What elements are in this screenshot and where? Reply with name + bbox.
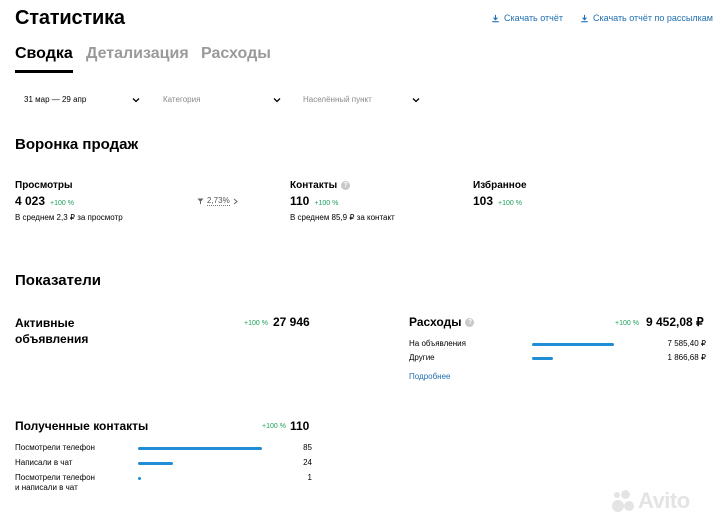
contacts-phone-bar: [138, 447, 262, 450]
download-mailing-report-link[interactable]: Скачать отчёт по рассылкам: [580, 13, 713, 23]
expenses-ads-label: На объявления: [409, 339, 466, 348]
contacts-chat-bar: [138, 462, 173, 465]
download-report-link[interactable]: Скачать отчёт: [491, 13, 563, 23]
contacts-both-label-line2: и написали в чат: [15, 483, 78, 492]
expenses-ads-bar: [532, 343, 614, 346]
favorites-label: Избранное: [473, 180, 527, 191]
views-change: +100 %: [50, 200, 74, 207]
conversion-value: 2,73%: [207, 196, 230, 206]
download-mailing-label: Скачать отчёт по рассылкам: [593, 13, 713, 23]
expenses-other-bar: [532, 357, 553, 360]
active-ads-change: +100 %: [244, 320, 268, 327]
date-range-value: 31 мар — 29 апр: [24, 95, 87, 104]
views-label: Просмотры: [15, 180, 73, 191]
chevron-down-icon: [132, 97, 140, 102]
funnel-icon: [197, 198, 204, 204]
contacts-both-label-line1: Посмотрели телефон: [15, 473, 95, 482]
contacts-both-value: 1: [307, 473, 312, 482]
expenses-label: Расходы: [409, 315, 462, 329]
expenses-ads-value: 7 585,40 ₽: [667, 339, 706, 348]
page-title: Статистика: [15, 7, 125, 29]
favorites-metric: 103 +100 %: [473, 194, 522, 208]
active-tab-indicator: [15, 70, 73, 73]
contacts-phone-value: 85: [303, 443, 312, 452]
favorites-change: +100 %: [498, 200, 522, 207]
help-icon[interactable]: ?: [465, 317, 475, 327]
active-ads-label: Активные объявления: [15, 315, 88, 347]
download-report-label: Скачать отчёт: [504, 13, 563, 23]
category-select[interactable]: Категория: [163, 95, 281, 104]
contacts-chat-label: Написали в чат: [15, 458, 73, 467]
contacts-note: В среднем 85,9 ₽ за контакт: [290, 213, 395, 222]
contacts-both-bar: [138, 477, 141, 480]
favorites-value: 103: [473, 194, 494, 208]
location-select[interactable]: Населённый пункт: [303, 95, 420, 104]
tab-expenses[interactable]: Расходы: [201, 45, 271, 63]
views-note: В среднем 2,3 ₽ за просмотр: [15, 213, 123, 222]
chevron-down-icon: [273, 97, 281, 102]
expenses-other-label: Другие: [409, 353, 435, 362]
contacts-label: Контакты: [290, 180, 338, 191]
contacts-label-group: Контакты ?: [290, 180, 351, 191]
expenses-change: +100 %: [615, 320, 639, 327]
active-ads-value: 27 946: [273, 315, 310, 329]
contacts-both-label: Посмотрели телефон и написали в чат: [15, 473, 95, 493]
active-ads-label-line1: Активные: [15, 316, 75, 330]
expenses-more-link[interactable]: Подробнее: [409, 372, 451, 381]
expenses-value: 9 452,08 ₽: [646, 315, 704, 329]
views-value: 4 023: [15, 194, 46, 208]
contacts-phone-label: Посмотрели телефон: [15, 443, 95, 452]
expenses-label-group: Расходы ?: [409, 315, 475, 329]
contacts-value: 110: [290, 194, 310, 208]
contacts-change: +100 %: [314, 200, 339, 207]
contacts-chat-value: 24: [303, 458, 312, 467]
views-metric: 4 023 +100 %: [15, 194, 74, 208]
active-ads-label-line2: объявления: [15, 332, 89, 346]
download-icon: [581, 14, 588, 22]
location-placeholder: Населённый пункт: [303, 95, 372, 104]
expenses-other-value: 1 866,68 ₽: [667, 353, 706, 362]
chevron-right-icon: [233, 198, 238, 204]
received-contacts-value: 110: [290, 419, 310, 433]
funnel-title: Воронка продаж: [15, 136, 139, 153]
help-icon[interactable]: ?: [341, 181, 351, 190]
chevron-down-icon: [412, 97, 420, 102]
category-placeholder: Категория: [163, 95, 201, 104]
download-icon: [492, 14, 499, 22]
contacts-metric: 110 +100 %: [290, 194, 338, 208]
tab-summary[interactable]: Сводка: [15, 45, 73, 63]
tab-details[interactable]: Детализация: [86, 45, 189, 63]
date-range-select[interactable]: 31 мар — 29 апр: [24, 95, 140, 104]
conversion-rate[interactable]: 2,73%: [197, 196, 238, 206]
avito-logo-wordmark: Avito: [638, 488, 690, 513]
received-contacts-label: Полученные контакты: [15, 419, 149, 433]
indicators-title: Показатели: [15, 272, 102, 289]
avito-logo-mark: [612, 490, 634, 512]
avito-logo: Avito: [612, 488, 690, 514]
received-contacts-change: +100 %: [262, 423, 286, 430]
